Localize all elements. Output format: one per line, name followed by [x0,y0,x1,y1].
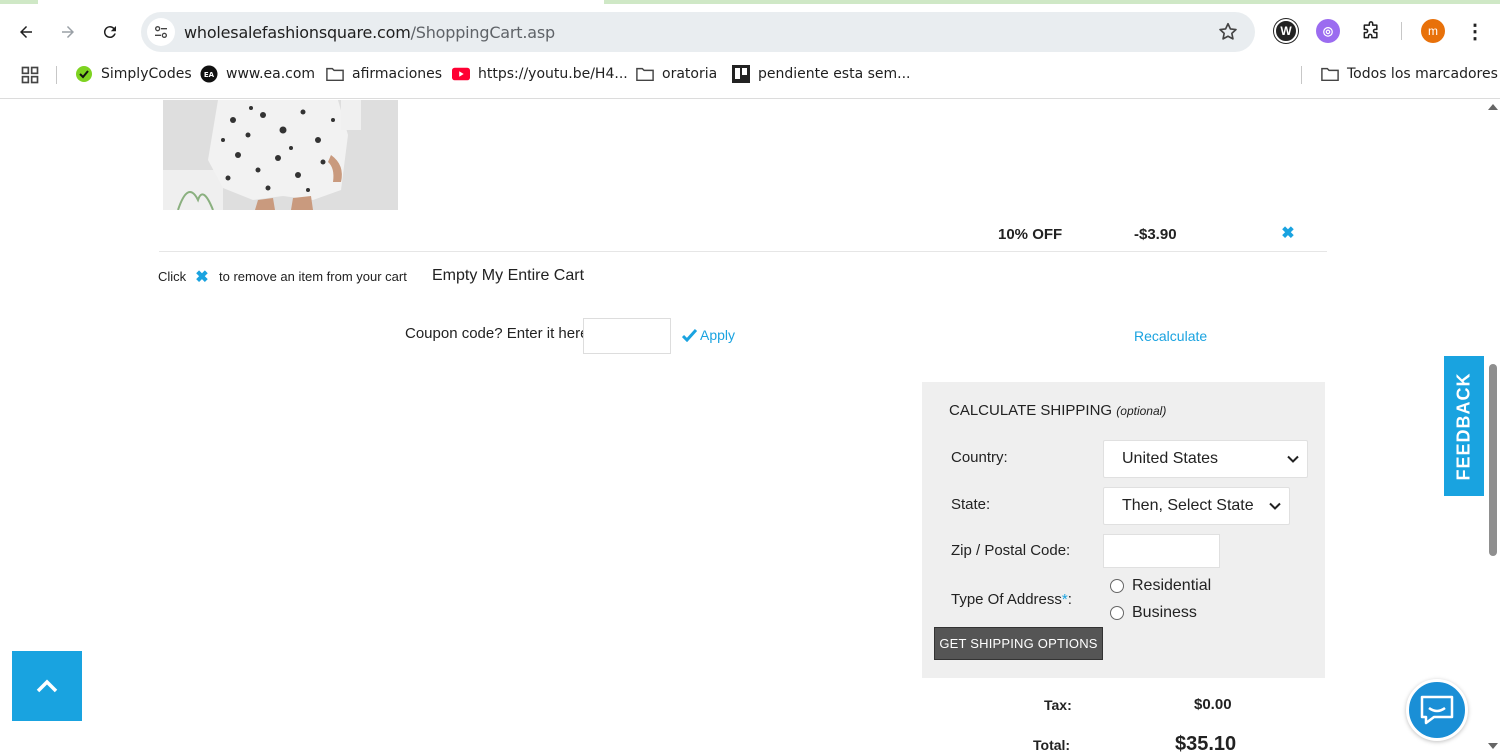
shopping-cart-page: 10% OFF -$3.90 ✖ Click ✖ to remove an it… [0,100,1500,755]
site-settings-button[interactable] [147,18,175,46]
chevron-down-icon [1287,455,1299,463]
tax-label: Tax: [1044,697,1072,713]
profile-avatar[interactable]: m [1421,19,1445,43]
folder-icon [636,65,654,83]
scroll-up-arrow-icon[interactable] [1488,104,1498,110]
bookmark-simplycodes[interactable]: SimplyCodes [75,65,192,83]
menu-kebab-icon[interactable]: ⋮ [1463,19,1487,43]
get-shipping-options-button[interactable]: GET SHIPPING OPTIONS [934,627,1103,660]
remove-x-icon: ✖ [195,269,209,286]
discount-label: 10% OFF [998,226,1063,243]
scroll-thumb[interactable] [1489,364,1497,556]
reload-icon [103,26,116,39]
radio-residential[interactable]: Residential [1110,577,1211,595]
chevron-up-icon [36,679,58,693]
total-value: $35.10 [1175,733,1237,755]
shipping-title: CALCULATE SHIPPING (optional) [949,402,1167,419]
bookmarks-bar: SimplyCodes EA www.ea.com afirmaciones h… [0,60,1500,90]
bookmark-oratoria[interactable]: oratoria [636,65,717,83]
folder-icon [326,65,344,83]
ea-icon: EA [200,65,218,83]
bookmark-divider [56,66,57,84]
address-bar[interactable]: wholesalefashionsquare.com/ShoppingCart.… [141,12,1255,52]
scroll-down-arrow-icon[interactable] [1488,743,1498,749]
purple-extension-icon[interactable]: ◎ [1316,19,1340,43]
forward-button[interactable] [52,16,84,48]
country-select[interactable]: United States [1103,440,1308,478]
toolbar-divider [1401,22,1402,40]
recalculate-link[interactable]: Recalculate [1134,328,1207,344]
row-divider [159,251,1327,252]
bookmark-ea[interactable]: EA www.ea.com [200,65,315,83]
wordpress-extension-icon[interactable]: W [1274,19,1298,43]
tax-value: $0.00 [1194,696,1232,713]
shipping-calculator: CALCULATE SHIPPING (optional) Country: U… [922,382,1325,678]
bookmark-divider [1301,66,1302,84]
tab-strip-edge [0,0,1500,4]
scroll-to-top-button[interactable] [12,651,82,721]
youtube-icon [452,65,470,83]
feedback-tab[interactable]: FEEDBACK [1444,356,1484,496]
browser-chrome: wholesalefashionsquare.com/ShoppingCart.… [0,0,1500,99]
checkmark-icon [682,328,697,342]
remove-hint-text: to remove an item from your cart [219,269,407,284]
radio-circle[interactable] [1110,579,1124,593]
url-text: wholesalefashionsquare.com/ShoppingCart.… [184,23,555,42]
star-icon[interactable] [1217,21,1239,43]
bookmark-pendiente[interactable]: pendiente esta sem... [732,65,911,83]
remove-hint-prefix: Click [158,269,187,284]
page-scrollbar[interactable] [1486,100,1500,755]
apply-coupon-button[interactable]: Apply [682,327,735,343]
coupon-label: Coupon code? Enter it here: [405,325,593,342]
radio-circle[interactable] [1110,606,1124,620]
country-label: Country: [951,449,1008,466]
bookmark-afirmaciones[interactable]: afirmaciones [326,65,442,83]
apps-grid-icon[interactable] [20,65,40,85]
back-button[interactable] [10,16,42,48]
state-label: State: [951,496,991,513]
product-image[interactable] [163,100,398,210]
all-bookmarks-button[interactable]: Todos los marcadores [1321,65,1498,83]
total-label: Total: [1033,737,1071,753]
chat-launcher-button[interactable] [1406,679,1468,741]
arrow-left-icon [20,26,32,38]
trello-icon [732,65,750,83]
bookmark-youtube[interactable]: https://youtu.be/H4... [452,65,628,83]
svg-text:EA: EA [204,71,215,79]
tune-icon [155,25,167,38]
chat-icon [1420,695,1454,725]
zip-label: Zip / Postal Code: [951,542,1071,559]
discount-amount: -$3.90 [1134,226,1177,243]
extensions-puzzle-icon[interactable] [1359,19,1383,43]
coupon-input[interactable] [583,318,671,354]
address-type-label: Type Of Address*: [951,591,1072,608]
arrow-right-icon [62,26,74,38]
state-select[interactable]: Then, Select State [1103,487,1290,525]
reload-button[interactable] [94,16,126,48]
chevron-down-icon [1269,502,1281,510]
folder-icon [1321,65,1339,83]
simplycodes-icon [75,65,93,83]
remove-discount-icon[interactable]: ✖ [1281,226,1295,242]
zip-input[interactable] [1103,534,1220,568]
radio-business[interactable]: Business [1110,604,1197,622]
empty-cart-link[interactable]: Empty My Entire Cart [432,267,584,285]
